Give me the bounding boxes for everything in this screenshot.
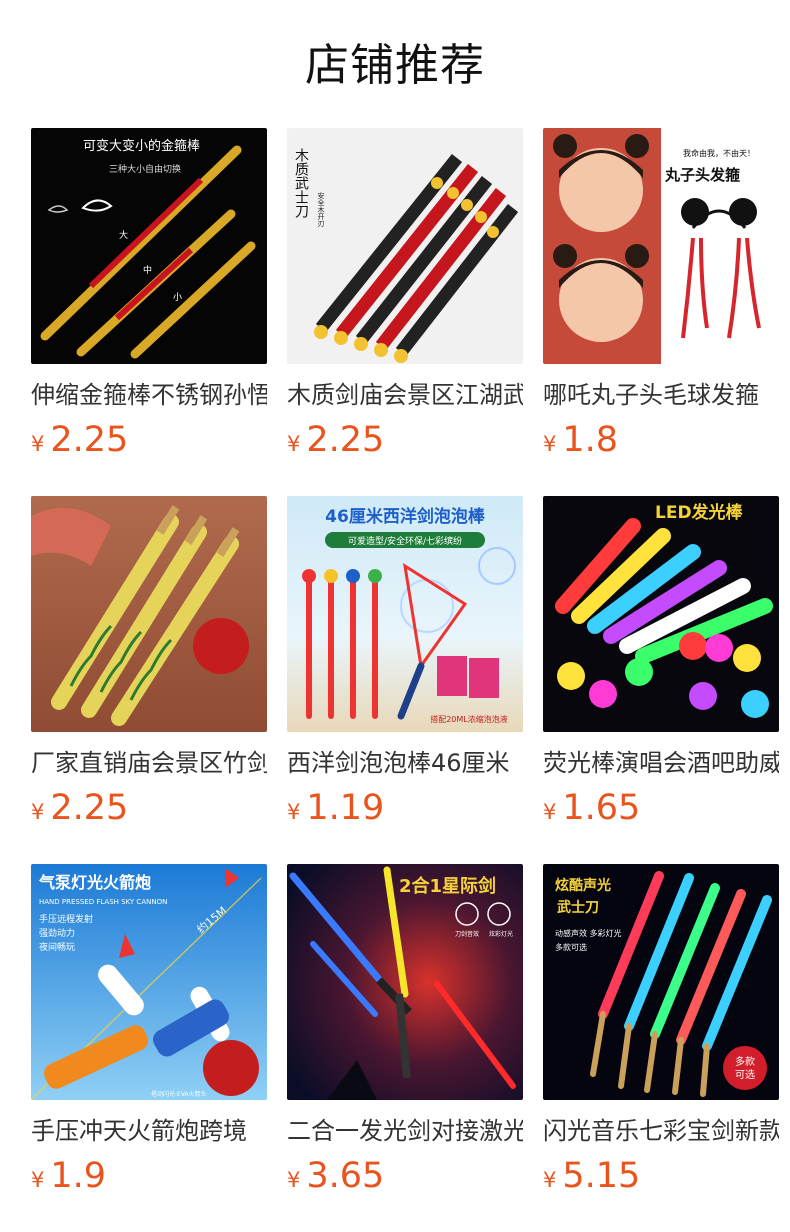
image-text: LED发光棒 (655, 502, 744, 523)
image-text: 气泵灯光火箭炮 (38, 873, 151, 892)
air-rocket-launcher-image[interactable]: 气泵灯光火箭炮 HAND PRESSED FLASH SKY CANNON 手压… (31, 864, 267, 1100)
nezha-bun-headband-image[interactable]: 我命由我，不由天！ 丸子头发箍 (543, 128, 779, 364)
currency-symbol: ¥ (31, 800, 45, 824)
image-text: 多款 (735, 1055, 755, 1068)
image-text: 安全木开刃 (317, 191, 325, 228)
price-value: 2.25 (50, 420, 129, 460)
golden-staff-image[interactable]: 可变大变小的金箍棒 三种大小自由切换 大 中 小 (31, 128, 267, 364)
image-text: 动感声效 多彩灯光 (555, 928, 622, 938)
product-card[interactable]: 可变大变小的金箍棒 三种大小自由切换 大 中 小 伸缩金箍棒不锈钢孙悟空 ¥2.… (31, 128, 267, 473)
price-value: 3.65 (306, 1156, 385, 1196)
price-value: 5.15 (562, 1156, 641, 1196)
currency-symbol: ¥ (287, 800, 301, 824)
product-name[interactable]: 西洋剑泡泡棒46厘米 (287, 746, 523, 780)
image-text: 可变大变小的金箍棒 (83, 138, 200, 154)
bamboo-dragon-swords-image[interactable] (31, 496, 267, 732)
product-name[interactable]: 荧光棒演唱会酒吧助威 (543, 746, 779, 780)
product-price: ¥1.65 (543, 786, 640, 830)
price-value: 1.65 (562, 788, 641, 828)
product-price: ¥2.25 (31, 418, 128, 462)
product-price: ¥5.15 (543, 1154, 640, 1198)
currency-symbol: ¥ (287, 1168, 301, 1192)
star-wars-lightsaber-image[interactable]: 2合1星际剑 刀剑音效 炫彩灯光 (287, 864, 523, 1100)
image-text: 2合1星际剑 (399, 875, 496, 897)
product-name[interactable]: 哪吒丸子头毛球发箍 (543, 378, 779, 412)
page-title: 店铺推荐 (305, 40, 485, 91)
product-price: ¥1.19 (287, 786, 384, 830)
wooden-samurai-swords-image[interactable]: 木质武士刀 安全木开刃 (287, 128, 523, 364)
product-name[interactable]: 伸缩金箍棒不锈钢孙悟空 (31, 378, 267, 412)
product-card[interactable]: 2合1星际剑 刀剑音效 炫彩灯光 二合一发光剑对接激光剑 ¥3.65 (287, 864, 523, 1209)
price-value: 1.9 (50, 1156, 107, 1196)
flash-music-swords-image[interactable]: 炫酷声光 武士刀 动感声效 多彩灯光 多款可选 多款 可选 (543, 864, 779, 1100)
image-text: 可爱造型/安全环保/七彩缤纷 (348, 535, 462, 547)
product-name[interactable]: 闪光音乐七彩宝剑新款 (543, 1114, 779, 1148)
image-text: 46厘米西洋剑泡泡棒 (325, 506, 486, 527)
image-text: 手压远程发射 (39, 913, 93, 925)
product-name[interactable]: 手压冲天火箭炮跨境 (31, 1114, 267, 1148)
currency-symbol: ¥ (543, 1168, 557, 1192)
image-text: 炫酷声光 (555, 877, 611, 894)
product-card[interactable]: 炫酷声光 武士刀 动感声效 多彩灯光 多款可选 多款 可选 闪光音乐七彩宝剑新款… (543, 864, 779, 1209)
product-name[interactable]: 厂家直销庙会景区竹剑 (31, 746, 267, 780)
image-text: 可选 (735, 1068, 755, 1081)
svg-text:可变大变小的金箍棒: 可变大变小的金箍棒 (83, 138, 200, 154)
product-price: ¥3.65 (287, 1154, 384, 1198)
product-card[interactable]: 气泵灯光火箭炮 HAND PRESSED FLASH SKY CANNON 手压… (31, 864, 267, 1209)
product-price: ¥1.8 (543, 418, 618, 462)
currency-symbol: ¥ (543, 800, 557, 824)
currency-symbol: ¥ (287, 432, 301, 456)
image-text: 大 (119, 229, 128, 241)
image-text: 小 (173, 292, 182, 303)
product-price: ¥1.9 (31, 1154, 106, 1198)
product-card[interactable]: 木质武士刀 安全木开刃 木质剑庙会景区江湖武士刀 ¥2.25 (287, 128, 523, 473)
image-text: 三种大小自由切换 (109, 163, 181, 175)
image-text: 强劲动力 (39, 927, 75, 939)
image-text: HAND PRESSED FLASH SKY CANNON (39, 898, 167, 906)
product-price: ¥2.25 (31, 786, 128, 830)
image-text: 搭动闪光·EVA火箭头 (151, 1090, 207, 1098)
image-text: 多款可选 (555, 942, 587, 952)
image-text: 武士刀 (557, 899, 599, 916)
image-text: 木质武士刀 (293, 148, 309, 219)
image-text: 刀剑音效 (455, 930, 479, 938)
bubble-sword-image[interactable]: 46厘米西洋剑泡泡棒 可爱造型/安全环保/七彩缤纷 搭配20ML浓缩泡泡液 (287, 496, 523, 732)
product-name[interactable]: 二合一发光剑对接激光剑 (287, 1114, 523, 1148)
product-card[interactable]: LED发光棒 荧光棒演唱会酒吧助威 ¥ 1.65 (543, 496, 779, 841)
image-text: 夜间畅玩 (39, 941, 75, 953)
price-value: 2.25 (50, 788, 129, 828)
product-card[interactable]: 46厘米西洋剑泡泡棒 可爱造型/安全环保/七彩缤纷 搭配20ML浓缩泡泡液 西洋… (287, 496, 523, 841)
price-value: 1.8 (562, 420, 619, 460)
price-value: 1.19 (306, 788, 385, 828)
led-glow-sticks-image[interactable]: LED发光棒 (543, 496, 779, 732)
image-text: 炫彩灯光 (489, 930, 513, 938)
currency-symbol: ¥ (543, 432, 557, 456)
price-value: 2.25 (306, 420, 385, 460)
image-text: 我命由我，不由天！ (683, 148, 755, 158)
product-price: ¥2.25 (287, 418, 384, 462)
product-name[interactable]: 木质剑庙会景区江湖武士刀 (287, 378, 523, 412)
product-card[interactable]: 厂家直销庙会景区竹剑 ¥2.25 (31, 496, 267, 841)
image-text: 丸子头发箍 (664, 166, 740, 184)
image-text: 中 (143, 264, 152, 276)
product-card[interactable]: 我命由我，不由天！ 丸子头发箍 哪吒丸子头毛球发箍 ¥1.8 (543, 128, 779, 473)
currency-symbol: ¥ (31, 1168, 45, 1192)
image-text: 搭配20ML浓缩泡泡液 (430, 714, 508, 724)
currency-symbol: ¥ (31, 432, 45, 456)
